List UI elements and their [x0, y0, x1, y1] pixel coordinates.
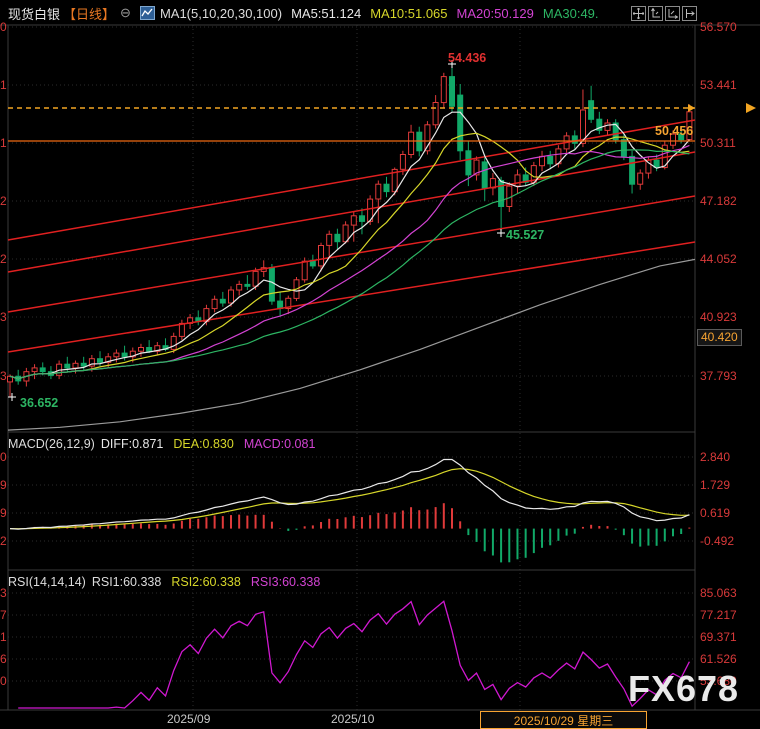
chart-canvas[interactable] — [0, 0, 760, 729]
macd-title: MACD(26,12,9) — [8, 437, 95, 451]
kline-chart-icon — [140, 6, 155, 20]
price-tick: 0.619 — [700, 506, 730, 520]
price-tick: 69.371 — [700, 630, 737, 644]
clipped-axis-digit: 2 — [0, 252, 7, 266]
clipped-axis-digit: 0 — [0, 20, 7, 34]
symbol-title: 现货白银 — [8, 4, 60, 23]
clipped-axis-digit: 1 — [0, 78, 7, 92]
clipped-axis-digit: 0 — [0, 450, 7, 464]
period-label: 【日线】 — [63, 4, 115, 23]
watermark: FX678 — [628, 668, 739, 710]
price-tick: 53.441 — [700, 78, 737, 92]
price-tick: -0.492 — [700, 534, 734, 548]
highlighted-price-tick: 40.420 — [697, 329, 742, 346]
price-tick: 77.217 — [700, 608, 737, 622]
price-tick: 56.570 — [700, 20, 737, 34]
chart-header: 现货白银 【日线】 ⊖ MA1(5,10,20,30,100) MA5:51.1… — [8, 4, 599, 22]
clipped-axis-digit: 3 — [0, 586, 7, 600]
ma-group-label: MA1(5,10,20,30,100) — [160, 6, 282, 21]
rsi2-value: RSI2:60.338 — [171, 575, 241, 589]
clipped-axis-digit: 2 — [0, 534, 7, 548]
price-tick: 61.526 — [700, 652, 737, 666]
price-tick: 47.182 — [700, 194, 737, 208]
clipped-axis-digit: 9 — [0, 478, 7, 492]
date-tick: 2025/09 — [167, 712, 210, 726]
ma20-value: MA20:50.129 — [457, 6, 534, 21]
rsi-title: RSI(14,14,14) — [8, 575, 86, 589]
current-price-label: 50.456 — [655, 124, 693, 138]
ma30-value: MA30:49. — [543, 6, 599, 21]
clipped-axis-digit: 3 — [0, 369, 7, 383]
price-tick: 2.840 — [700, 450, 730, 464]
clipped-axis-digit: 0 — [0, 674, 7, 688]
date-highlight: 2025/10/29 星期三 — [480, 711, 647, 729]
shift-icon[interactable] — [682, 6, 697, 21]
price-tick: 50.311 — [700, 136, 736, 150]
macd-dea-value: DEA:0.830 — [173, 437, 233, 451]
price-tick: 40.923 — [700, 310, 737, 324]
price-tick: 44.052 — [700, 252, 737, 266]
macd-macd-value: MACD:0.081 — [244, 437, 316, 451]
x-scale-icon[interactable] — [665, 6, 680, 21]
clipped-axis-digit: 9 — [0, 506, 7, 520]
rsi3-value: RSI3:60.338 — [251, 575, 321, 589]
ma10-value: MA10:51.065 — [370, 6, 447, 21]
start-low-price-label: 36.652 — [20, 396, 58, 410]
clipped-axis-digit: 7 — [0, 608, 7, 622]
macd-header: MACD(26,12,9) DIFF:0.871 DEA:0.830 MACD:… — [8, 436, 315, 452]
price-tick: 85.063 — [700, 586, 737, 600]
date-highlight-label: 2025/10/29 星期三 — [514, 712, 613, 729]
macd-diff-value: DIFF:0.871 — [101, 437, 164, 451]
pan-icon[interactable] — [631, 6, 646, 21]
price-tick: 37.793 — [700, 369, 737, 383]
y-scale-icon[interactable] — [648, 6, 663, 21]
low-price-label: 45.527 — [506, 228, 544, 242]
collapse-icon[interactable]: ⊖ — [120, 5, 131, 21]
clipped-axis-digit: 2 — [0, 194, 7, 208]
clipped-axis-digit: 3 — [0, 310, 7, 324]
date-tick: 2025/10 — [331, 712, 374, 726]
clipped-axis-digit: 6 — [0, 652, 7, 666]
clipped-axis-digit: 1 — [0, 136, 7, 150]
ma5-value: MA5:51.124 — [291, 6, 361, 21]
chart-toolbar — [631, 6, 697, 21]
clipped-axis-digit: 1 — [0, 630, 7, 644]
price-tick: 1.729 — [700, 478, 730, 492]
rsi-header: RSI(14,14,14) RSI1:60.338 RSI2:60.338 RS… — [8, 574, 320, 590]
high-price-label: 54.436 — [448, 51, 486, 65]
rsi1-value: RSI1:60.338 — [92, 575, 162, 589]
trading-chart-app: 现货白银 【日线】 ⊖ MA1(5,10,20,30,100) MA5:51.1… — [0, 0, 760, 729]
candles — [8, 67, 692, 397]
